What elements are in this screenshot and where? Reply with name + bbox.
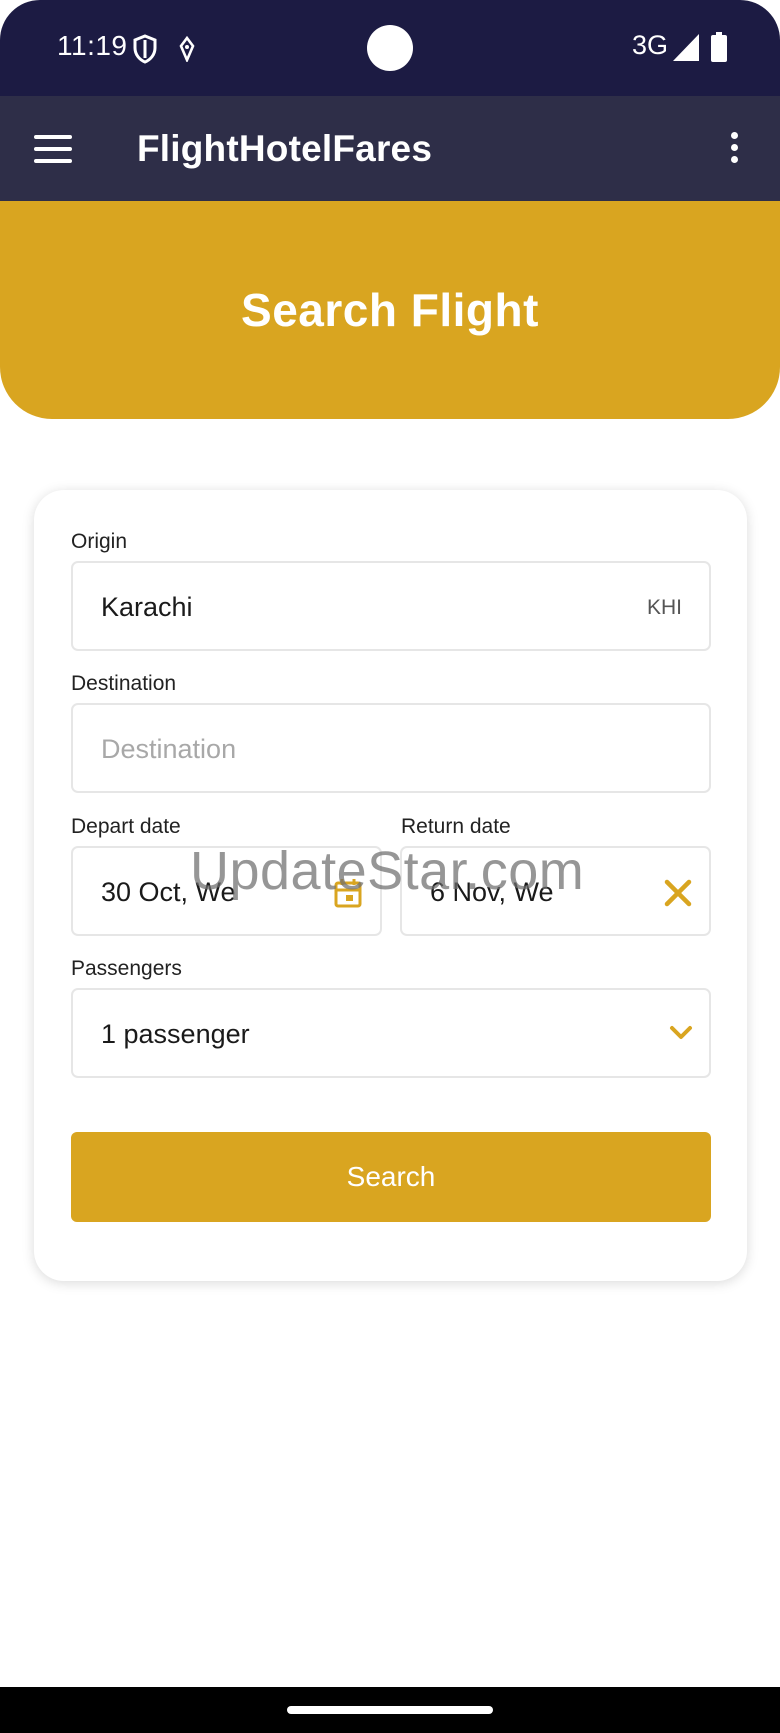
destination-placeholder: Destination: [101, 734, 237, 764]
return-date-label: Return date: [401, 815, 511, 838]
hero-banner: Search Flight: [0, 201, 780, 419]
origin-label: Origin: [71, 530, 128, 553]
watermark: UpdateStar.com: [190, 841, 585, 901]
origin-airport-code: KHI: [646, 596, 682, 619]
network-type: 3G: [632, 30, 669, 60]
origin-value: Karachi: [101, 592, 193, 622]
shield-icon: [133, 34, 157, 64]
passengers-value: 1 passenger: [101, 1019, 250, 1049]
hamburger-menu-icon[interactable]: [34, 135, 72, 163]
origin-field[interactable]: Karachi KHI: [71, 561, 711, 651]
battery-icon: [711, 32, 727, 62]
app-title: FlightHotelFares: [137, 128, 433, 169]
clear-icon[interactable]: [663, 878, 693, 908]
signal-icon: [673, 34, 699, 61]
status-time: 11:19: [57, 30, 128, 61]
passengers-label: Passengers: [71, 957, 182, 980]
screen: 11:19 3G FlightHotelFares Search Flight: [0, 0, 780, 1733]
system-nav-bar: [0, 1687, 780, 1733]
destination-field[interactable]: Destination: [71, 703, 711, 793]
status-bar: 11:19 3G: [0, 0, 780, 96]
app-bar: FlightHotelFares: [0, 96, 780, 201]
navigation-icon: [179, 36, 195, 62]
camera-cutout: [367, 25, 413, 71]
destination-label: Destination: [71, 672, 177, 695]
chevron-down-icon: [670, 1026, 692, 1039]
depart-date-label: Depart date: [71, 815, 181, 838]
more-vert-icon[interactable]: [726, 132, 742, 166]
passengers-select[interactable]: 1 passenger: [71, 988, 711, 1078]
search-button[interactable]: Search: [71, 1132, 711, 1222]
page-title: Search Flight: [241, 284, 539, 336]
home-indicator[interactable]: [287, 1706, 493, 1714]
